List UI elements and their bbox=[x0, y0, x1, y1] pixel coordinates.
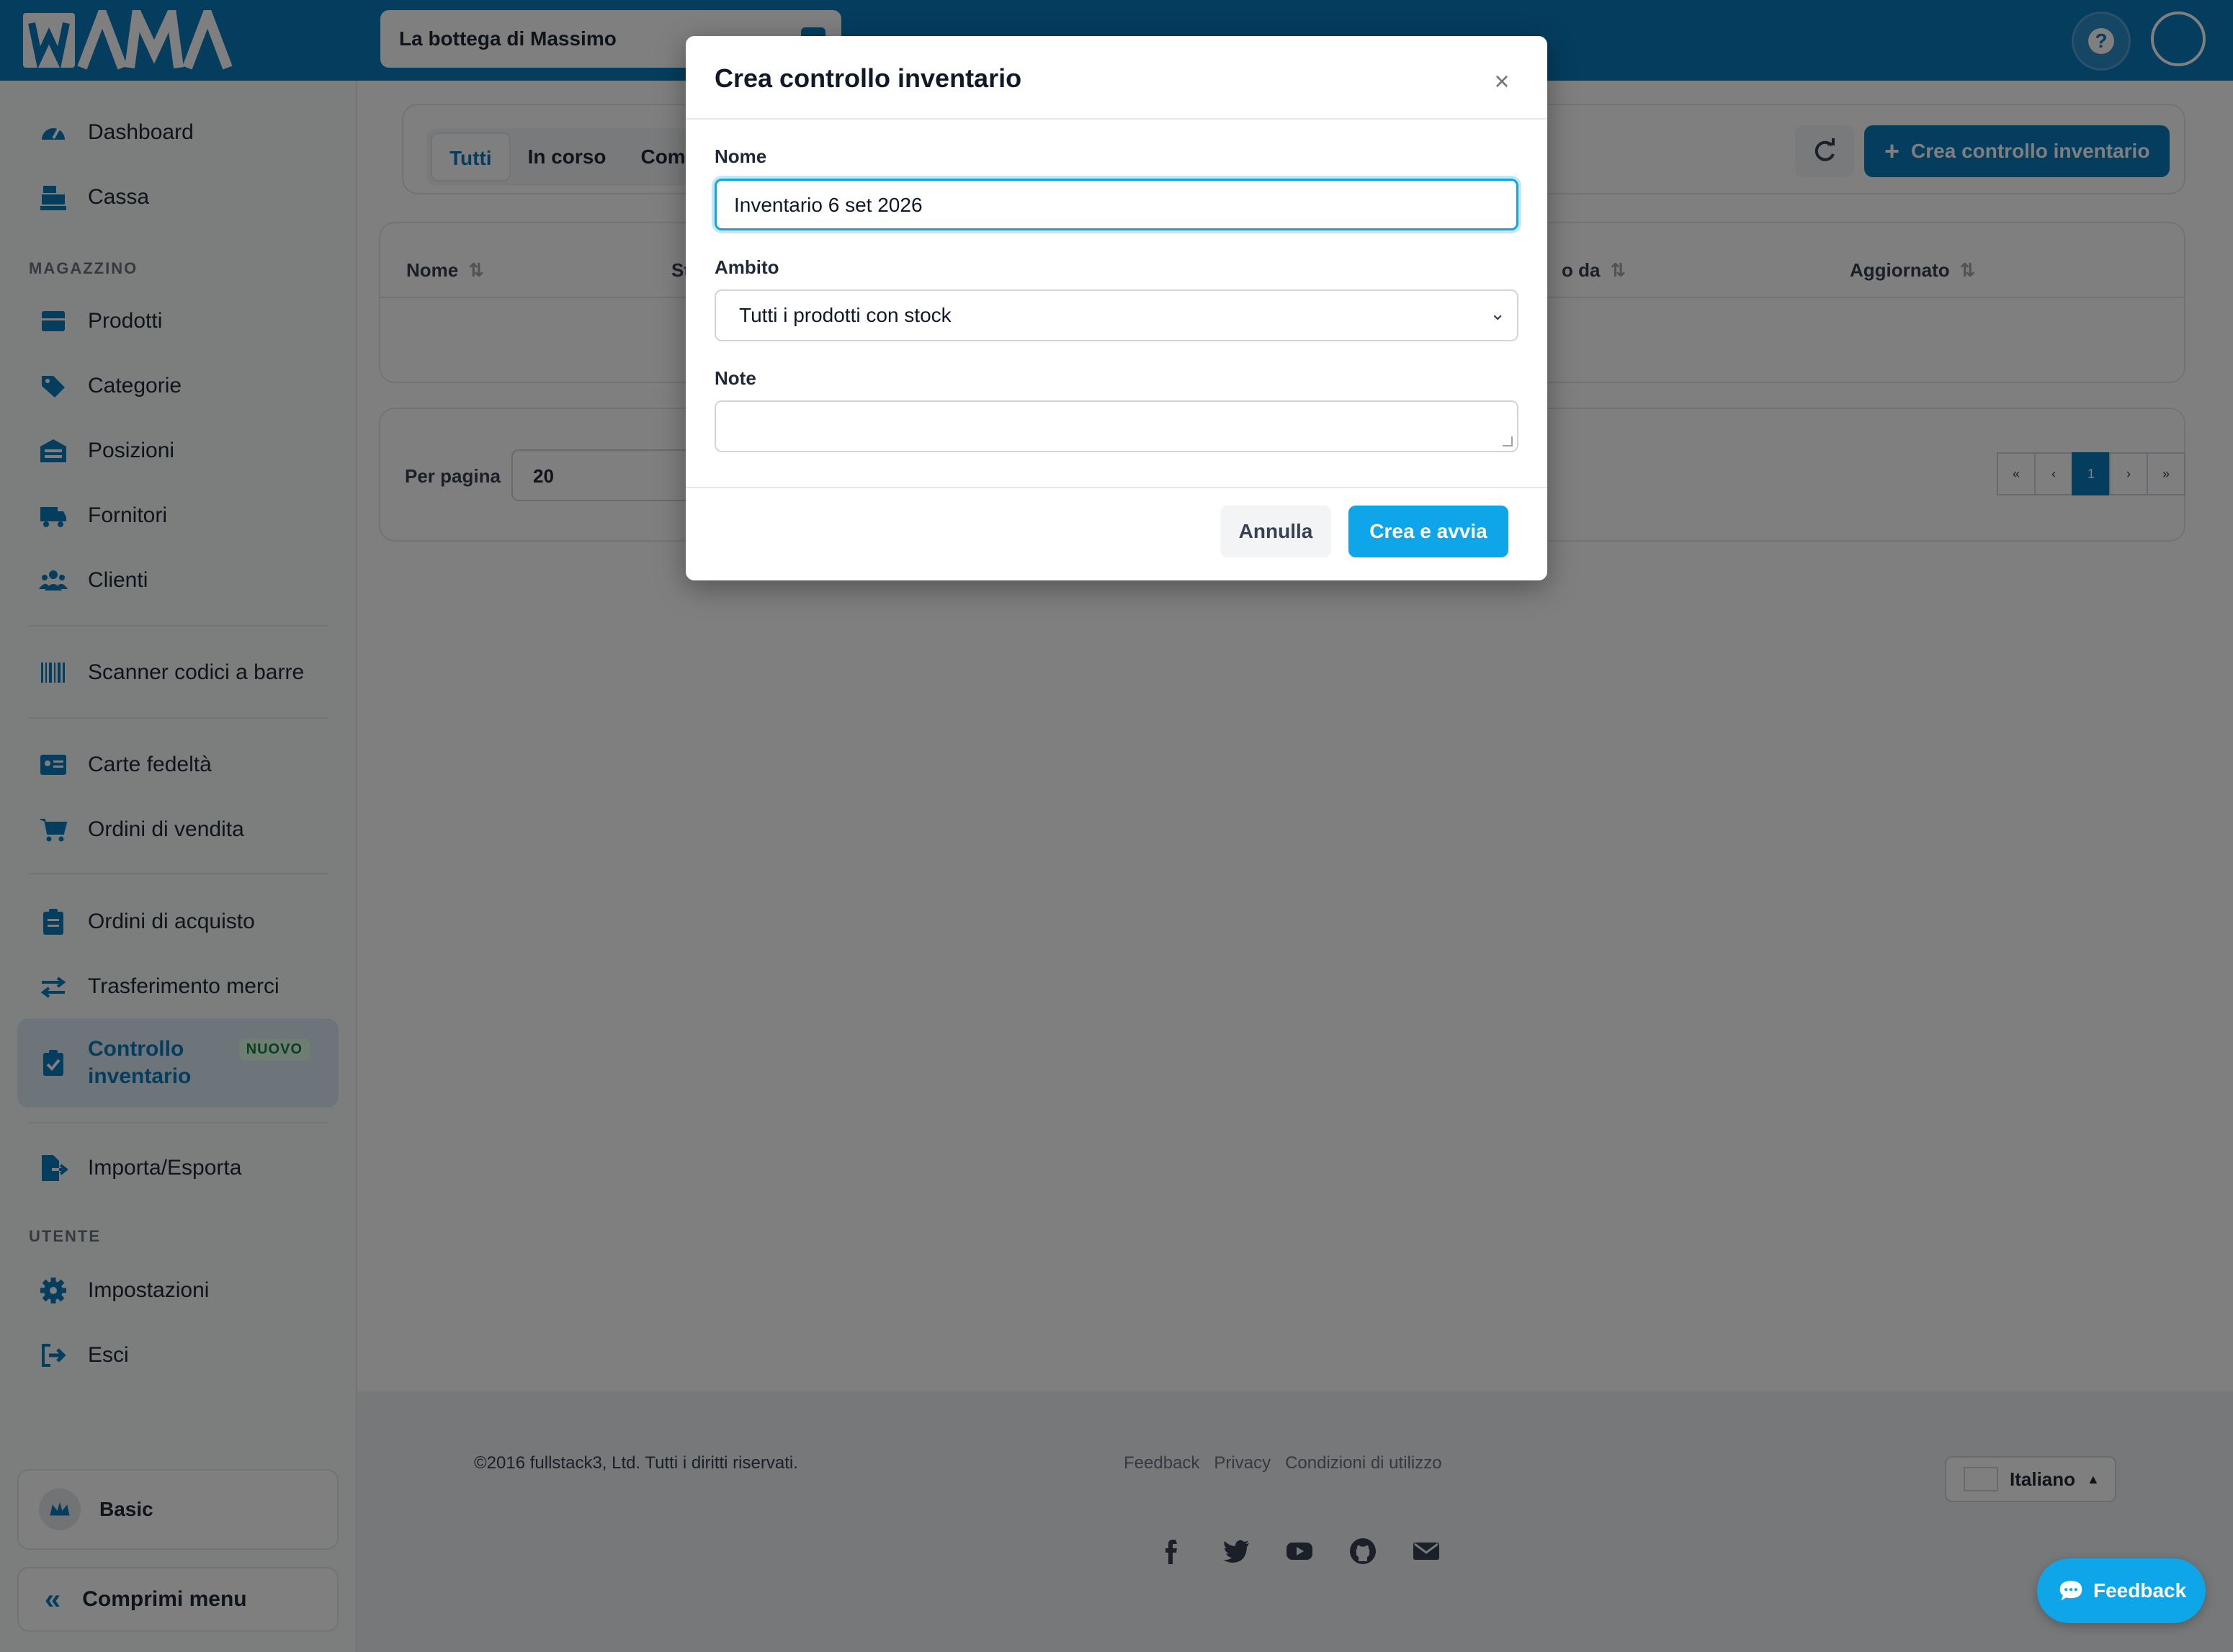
scope-label: Ambito bbox=[715, 256, 779, 278]
modal-title: Crea controllo inventario bbox=[715, 63, 1022, 93]
create-inventory-check-modal: Crea controllo inventario × Nome Inventa… bbox=[686, 36, 1547, 580]
chevron-down-icon: ⌄ bbox=[1490, 302, 1505, 324]
feedback-button[interactable]: Feedback bbox=[2037, 1558, 2206, 1623]
close-icon[interactable]: × bbox=[1491, 68, 1513, 94]
scope-select[interactable]: Tutti i prodotti con stock ⌄ bbox=[715, 289, 1518, 341]
name-input[interactable]: Inventario 6 set 2026 bbox=[715, 179, 1518, 230]
comment-dots-icon bbox=[2059, 1581, 2082, 1601]
name-label: Nome bbox=[715, 145, 767, 167]
create-and-start-button[interactable]: Crea e avvia bbox=[1348, 506, 1508, 557]
resize-handle-icon[interactable] bbox=[1503, 436, 1513, 446]
modal-footer-divider bbox=[686, 487, 1547, 488]
cancel-button[interactable]: Annulla bbox=[1220, 506, 1331, 557]
notes-textarea[interactable] bbox=[715, 400, 1518, 452]
notes-label: Note bbox=[715, 367, 756, 389]
modal-header-divider bbox=[686, 118, 1547, 120]
